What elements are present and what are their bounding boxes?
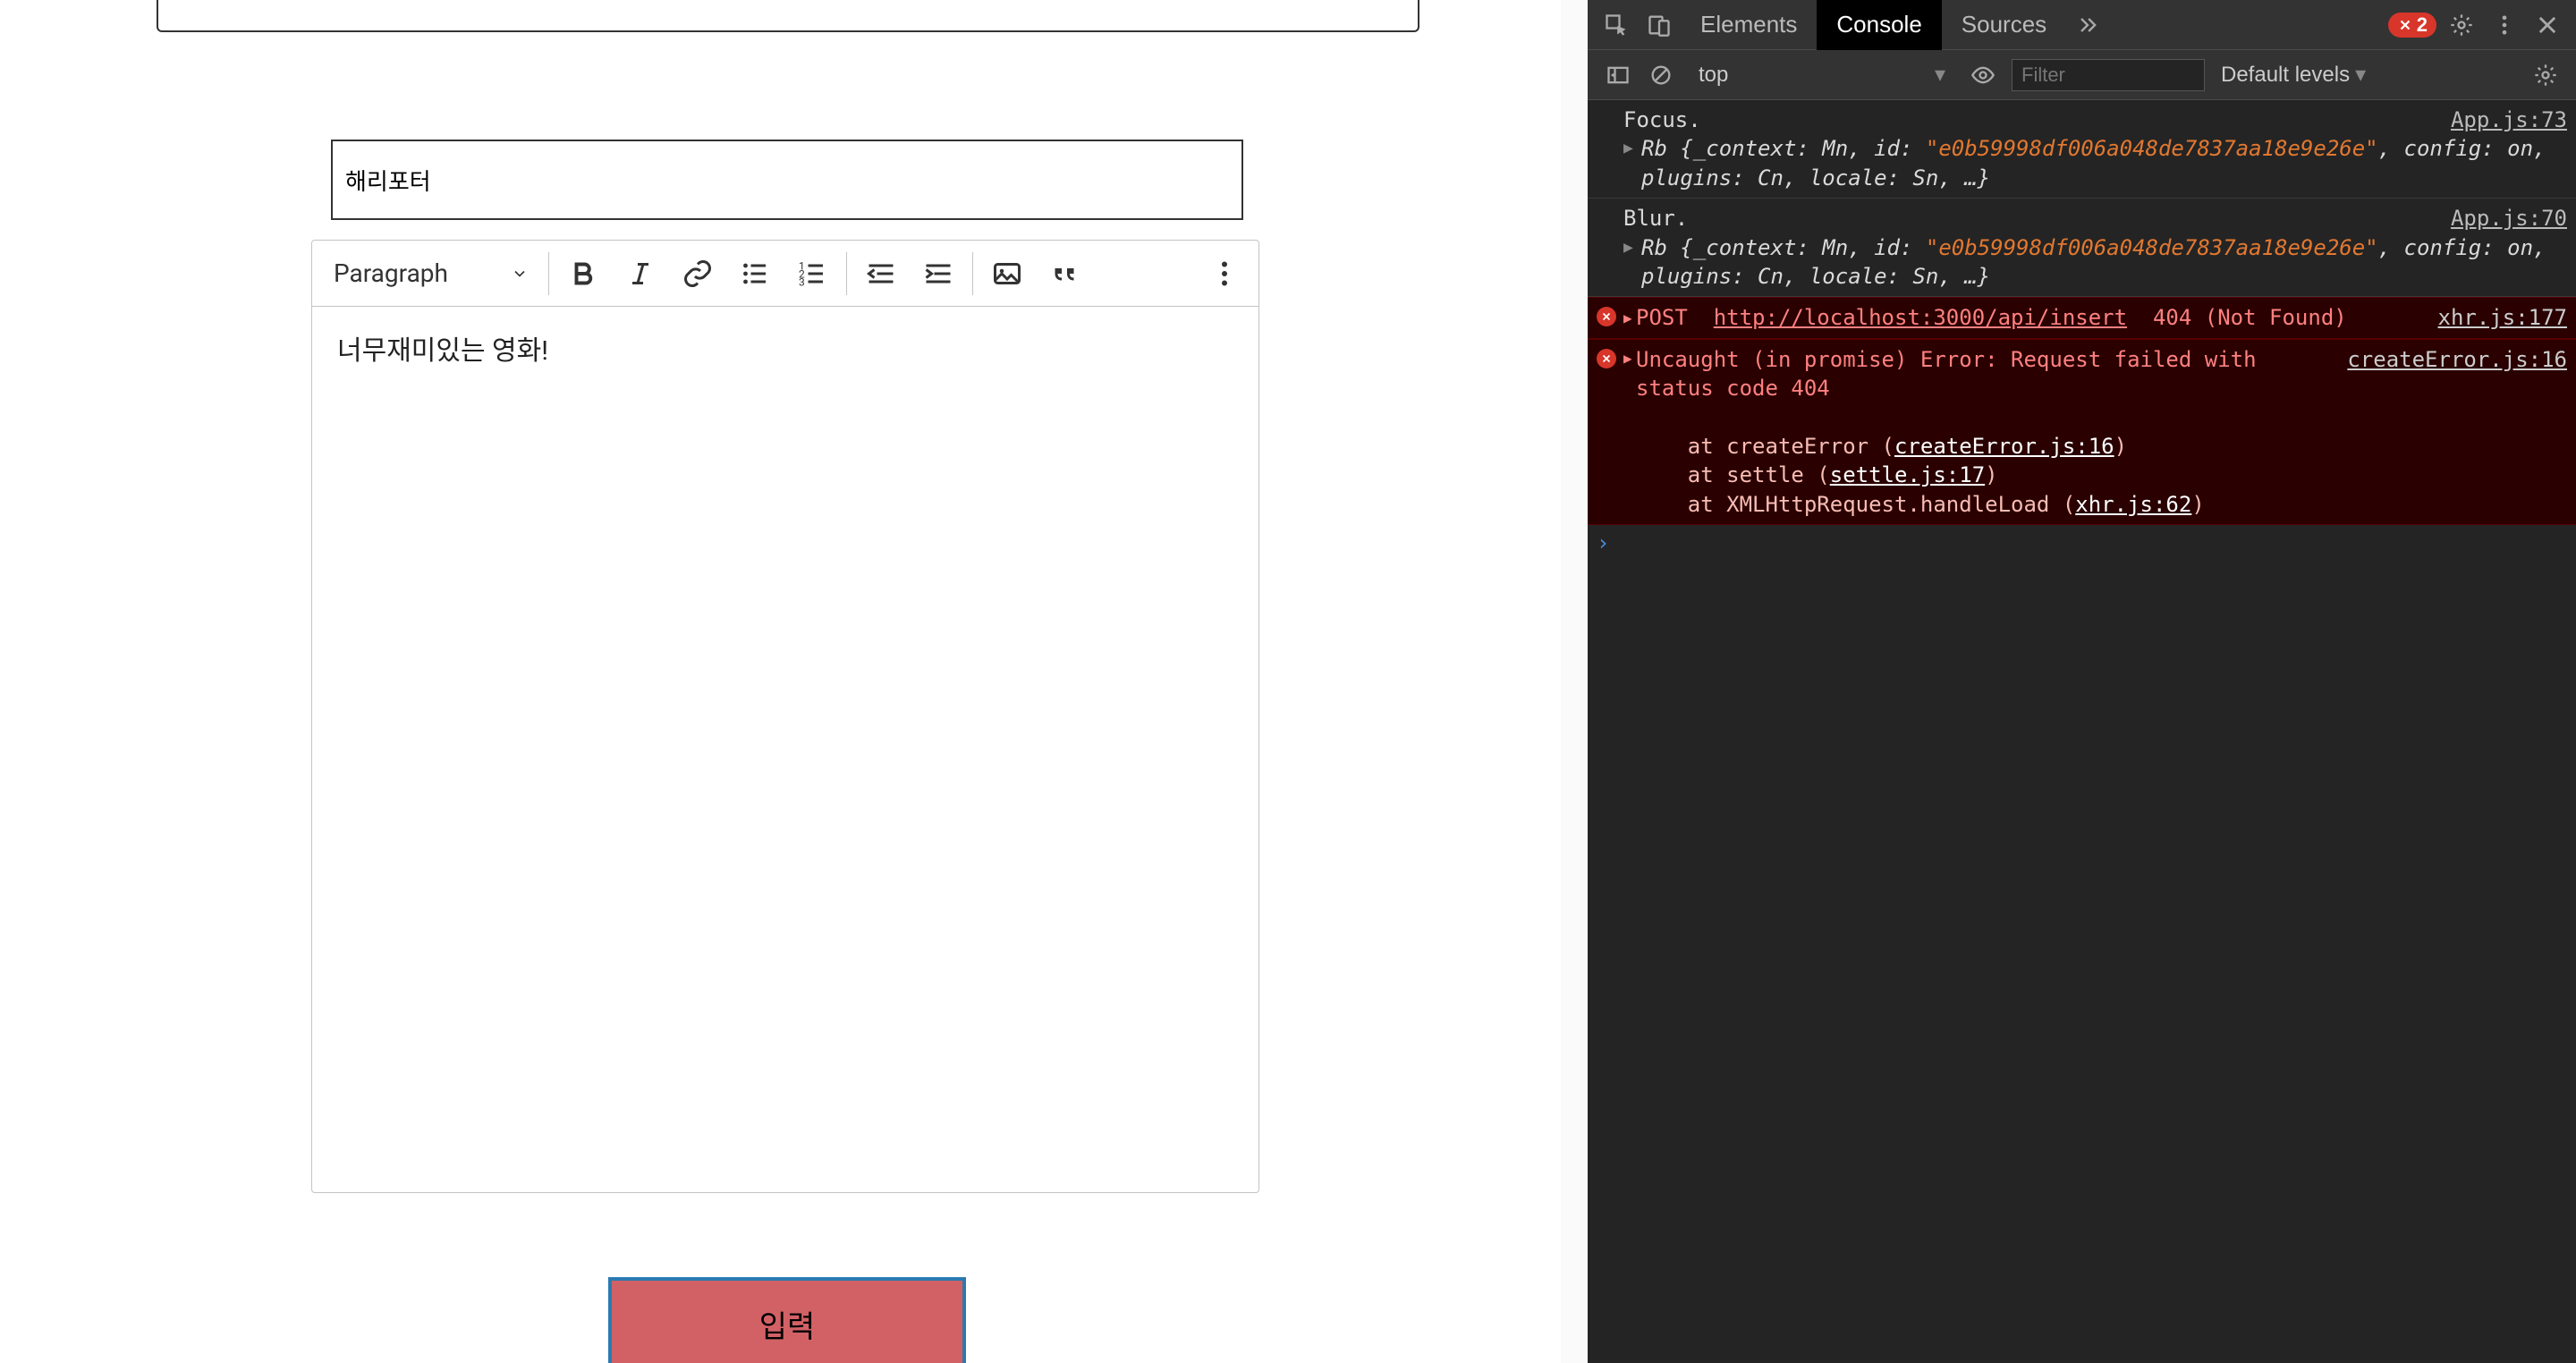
tab-console[interactable]: Console xyxy=(1817,0,1941,50)
console-log-row[interactable]: App.js:70 Blur. ▶ Rb {_context: Mn, id: … xyxy=(1588,199,2576,297)
log-levels-label: Default levels xyxy=(2221,63,2350,88)
stack-link[interactable]: xhr.js:62 xyxy=(2075,492,2191,517)
image-button[interactable] xyxy=(979,247,1036,301)
console-toolbar: top ▾ Default levels ▾ xyxy=(1588,50,2576,100)
eye-icon xyxy=(1970,63,1996,88)
console-log-row[interactable]: App.js:73 Focus. ▶ Rb {_context: Mn, id:… xyxy=(1588,100,2576,199)
stack-link[interactable]: settle.js:17 xyxy=(1830,462,1985,487)
bold-button[interactable] xyxy=(555,247,612,301)
more-tabs-button[interactable] xyxy=(2070,7,2106,43)
more-button[interactable] xyxy=(1196,247,1253,301)
chevron-down-icon xyxy=(511,265,529,283)
toolbar-separator xyxy=(846,252,847,295)
kebab-icon xyxy=(1208,258,1241,290)
italic-button[interactable] xyxy=(612,247,669,301)
gear-icon xyxy=(2533,63,2558,88)
ban-icon xyxy=(1648,63,1674,88)
filter-input[interactable] xyxy=(2012,59,2205,91)
toggle-sidebar-button[interactable] xyxy=(1600,57,1636,93)
indent-button[interactable] xyxy=(910,247,967,301)
context-select[interactable]: top ▾ xyxy=(1690,59,1954,91)
request-url[interactable]: http://localhost:3000/api/insert xyxy=(1714,305,2127,330)
editor-text: 너무재미있는 영화! xyxy=(337,335,548,367)
rich-editor: Paragraph 123 xyxy=(311,240,1259,1193)
image-icon xyxy=(991,258,1023,290)
inspect-element-button[interactable] xyxy=(1598,7,1634,43)
close-icon xyxy=(2535,13,2560,38)
error-icon xyxy=(1597,307,1616,326)
kebab-icon xyxy=(2492,13,2517,38)
error-icon xyxy=(1597,349,1616,368)
console-settings-button[interactable] xyxy=(2528,57,2563,93)
chevron-double-right-icon xyxy=(2075,13,2100,38)
outdent-icon xyxy=(865,258,897,290)
numbered-list-button[interactable]: 123 xyxy=(784,247,841,301)
heading-select-label: Paragraph xyxy=(334,258,448,288)
inspect-icon xyxy=(1604,13,1629,38)
error-message: Uncaught (in promise) Error: Request fai… xyxy=(1636,347,2257,401)
stack-link[interactable]: createError.js:16 xyxy=(1894,434,2114,459)
expand-icon[interactable]: ▶ xyxy=(1623,138,1633,159)
log-levels-select[interactable]: Default levels ▾ xyxy=(2221,62,2366,88)
bold-icon xyxy=(567,258,599,290)
console-output[interactable]: App.js:73 Focus. ▶ Rb {_context: Mn, id:… xyxy=(1588,100,2576,1363)
sidebar-icon xyxy=(1606,63,1631,88)
outdent-button[interactable] xyxy=(852,247,910,301)
quote-button[interactable] xyxy=(1036,247,1093,301)
console-error-row[interactable]: xhr.js:177 ▶ POST http://localhost:3000/… xyxy=(1588,297,2576,338)
device-icon xyxy=(1647,13,1672,38)
console-error-row[interactable]: createError.js:16 ▶ Uncaught (in promise… xyxy=(1588,339,2576,525)
editor-content[interactable]: 너무재미있는 영화! xyxy=(312,307,1258,1192)
source-link[interactable]: App.js:70 xyxy=(2451,204,2567,233)
indent-icon xyxy=(922,258,954,290)
kebab-menu-button[interactable] xyxy=(2487,7,2522,43)
clear-console-button[interactable] xyxy=(1643,57,1679,93)
expand-icon[interactable]: ▶ xyxy=(1623,349,1632,368)
gear-icon xyxy=(2449,13,2474,38)
italic-icon xyxy=(624,258,657,290)
source-link[interactable]: App.js:73 xyxy=(2451,106,2567,134)
close-devtools-button[interactable] xyxy=(2529,7,2565,43)
expand-icon[interactable]: ▶ xyxy=(1623,309,1632,328)
devtools-tabbar: Elements Console Sources 2 xyxy=(1588,0,2576,50)
tab-elements[interactable]: Elements xyxy=(1681,0,1817,50)
bullet-list-button[interactable] xyxy=(726,247,784,301)
log-message: Focus. xyxy=(1623,107,1701,132)
title-input[interactable] xyxy=(331,140,1243,220)
device-toggle-button[interactable] xyxy=(1641,7,1677,43)
source-link[interactable]: xhr.js:177 xyxy=(2438,303,2568,332)
log-message: Blur. xyxy=(1623,206,1688,231)
heading-select[interactable]: Paragraph xyxy=(318,247,543,301)
expand-icon[interactable]: ▶ xyxy=(1623,237,1633,258)
editor-toolbar: Paragraph 123 xyxy=(312,241,1258,307)
devtools-panel: Elements Console Sources 2 top ▾ xyxy=(1588,0,2576,1363)
link-button[interactable] xyxy=(669,247,726,301)
chevron-down-icon: ▾ xyxy=(1935,62,1945,88)
live-expression-button[interactable] xyxy=(1965,57,2001,93)
submit-button[interactable]: 입력 xyxy=(608,1277,966,1363)
toolbar-separator xyxy=(972,252,973,295)
numbered-list-icon: 123 xyxy=(796,258,828,290)
chevron-down-icon: ▾ xyxy=(2355,62,2366,88)
link-icon xyxy=(682,258,714,290)
error-count-badge[interactable]: 2 xyxy=(2388,13,2436,38)
console-prompt[interactable]: › xyxy=(1588,525,2576,561)
toolbar-separator xyxy=(548,252,549,295)
bullet-list-icon xyxy=(739,258,771,290)
top-input-outline xyxy=(157,0,1419,32)
svg-text:3: 3 xyxy=(799,275,805,288)
error-count-value: 2 xyxy=(2417,13,2428,37)
context-label: top xyxy=(1699,63,1728,88)
page-scrollbar[interactable] xyxy=(1561,0,1588,1363)
error-icon xyxy=(2397,17,2413,33)
tab-sources[interactable]: Sources xyxy=(1942,0,2066,50)
quote-icon xyxy=(1048,258,1080,290)
settings-button[interactable] xyxy=(2444,7,2479,43)
